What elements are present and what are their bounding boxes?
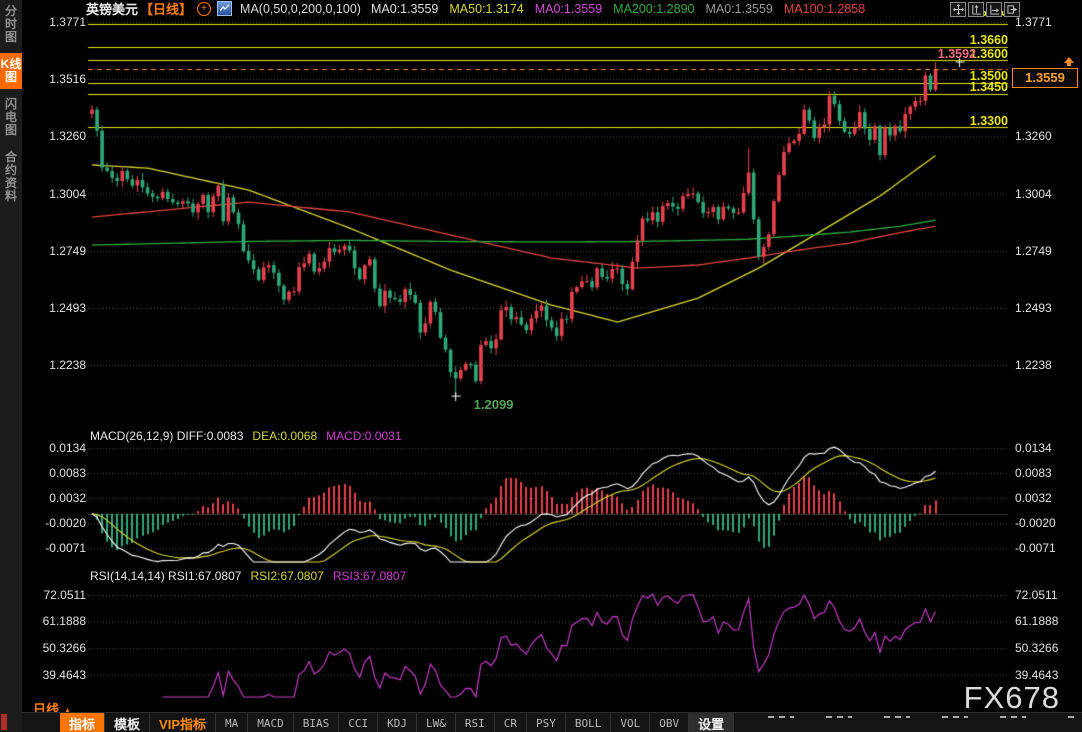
sidebar-bottom-marker bbox=[1, 714, 7, 730]
macd-header: MACD(26,12,9) DIFF:0.0083 DEA:0.0068 MAC… bbox=[90, 429, 402, 443]
dash-marks bbox=[884, 716, 910, 718]
price-axis-tick-right: 1.3771 bbox=[1015, 15, 1052, 29]
dash-marks bbox=[1000, 716, 1026, 718]
toolbar-item-CCI[interactable]: CCI bbox=[339, 713, 378, 732]
price-axis-tick-left: 1.2238 bbox=[26, 358, 86, 372]
toolbar-item-BIAS[interactable]: BIAS bbox=[294, 713, 340, 732]
macd-axis-tick-left: -0.0020 bbox=[26, 516, 86, 530]
toolbar-item-PSY[interactable]: PSY bbox=[527, 713, 566, 732]
price-axis-tick-right: 1.3260 bbox=[1015, 129, 1052, 143]
zoom-horizontal-icon[interactable] bbox=[986, 2, 1002, 17]
current-price-box: 1.3559 bbox=[1012, 68, 1078, 88]
price-axis-tick-right: 1.2493 bbox=[1015, 301, 1052, 315]
dash-marks bbox=[942, 716, 968, 718]
macd-axis-tick-right: -0.0020 bbox=[1015, 516, 1056, 530]
price-axis-tick-left: 1.2749 bbox=[26, 244, 86, 258]
price-axis-tick-left: 1.3004 bbox=[26, 187, 86, 201]
dash-marks bbox=[1068, 716, 1076, 718]
macd-axis-tick-right: 0.0134 bbox=[1015, 441, 1052, 455]
session-low-label: 1.2099 bbox=[474, 397, 514, 412]
rsi-axis-tick-left: 72.0511 bbox=[26, 588, 86, 602]
price-axis-tick-left: 1.3260 bbox=[26, 129, 86, 143]
toolbar-item-MACD[interactable]: MACD bbox=[248, 713, 294, 732]
ma-legend-item: MA200:1.2890 bbox=[613, 2, 694, 16]
toolbar-item-OBV[interactable]: OBV bbox=[650, 713, 689, 732]
resistance-price-label: 1.3450 bbox=[936, 80, 1008, 94]
rsi1-label: RSI(14,14,14) RSI1:67.0807 bbox=[90, 569, 241, 583]
macd-axis-tick-right: 0.0083 bbox=[1015, 466, 1052, 480]
left-sidebar: 分时图 K线图闪电图合约资料 bbox=[0, 0, 22, 732]
date-axis: 2024/102024/112024/122025/012025/022025/… bbox=[0, 698, 1082, 712]
session-high-label: 1.3592 bbox=[906, 47, 976, 61]
rsi-axis-tick-left: 39.4643 bbox=[26, 668, 86, 682]
ma-legend-item: MA0:1.3559 bbox=[371, 2, 438, 16]
macd-dea-label: DEA:0.0068 bbox=[252, 429, 317, 443]
toolbar-item-LW&[interactable]: LW& bbox=[417, 713, 456, 732]
chart-header: 英镑美元 【日线】 + MA(0,50,0,200,0,100) MA0:1.3… bbox=[22, 0, 1082, 17]
exit-fullscreen-icon[interactable] bbox=[1004, 2, 1020, 17]
rsi2-label: RSI2:67.0807 bbox=[250, 569, 323, 583]
ma-legend: MA0:1.3559 MA50:1.3174 MA0:1.3559 MA200:1.2… bbox=[371, 2, 865, 16]
zoom-vertical-icon[interactable] bbox=[968, 2, 984, 17]
period-tag[interactable]: 【日线】 bbox=[140, 0, 192, 18]
toolbar-item-BOLL[interactable]: BOLL bbox=[566, 713, 612, 732]
toolbar-item-模板[interactable]: 模板 bbox=[105, 713, 150, 732]
indicator-toolbar: 指标模板VIP指标MAMACDBIASCCIKDJLW&RSICRPSYBOLL… bbox=[22, 712, 1082, 732]
toolbar-item-RSI[interactable]: RSI bbox=[456, 713, 495, 732]
macd-axis-tick-left: 0.0134 bbox=[26, 441, 86, 455]
chart-canvas[interactable] bbox=[0, 0, 1082, 732]
rsi-axis-tick-left: 61.1888 bbox=[26, 614, 86, 628]
rsi-header: RSI(14,14,14) RSI1:67.0807 RSI2:67.0807 … bbox=[90, 569, 406, 583]
ma-legend-item: MA100:1.2858 bbox=[784, 2, 865, 16]
price-axis-tick-left: 1.3516 bbox=[26, 72, 86, 86]
ma-legend-item: MA0:1.3559 bbox=[705, 2, 772, 16]
sidebar-tab-合约资料[interactable]: 合约资料 bbox=[0, 146, 22, 208]
toolbar-item-MA[interactable]: MA bbox=[216, 713, 248, 732]
rsi-axis-tick-right: 61.1888 bbox=[1015, 614, 1058, 628]
toolbar-item-VOL[interactable]: VOL bbox=[611, 713, 650, 732]
ma-legend-item: MA50:1.3174 bbox=[449, 2, 523, 16]
rsi3-label: RSI3:67.0807 bbox=[333, 569, 406, 583]
dash-marks bbox=[768, 716, 794, 718]
rsi-axis-tick-right: 72.0511 bbox=[1015, 588, 1058, 602]
sidebar-tab-list: 分时图 K线图闪电图合约资料 bbox=[0, 0, 22, 208]
line-chart-icon[interactable] bbox=[217, 1, 232, 16]
toolbar-item-KDJ[interactable]: KDJ bbox=[378, 713, 417, 732]
price-axis-tick-right: 1.3004 bbox=[1015, 187, 1052, 201]
ma-legend-item: MA0:1.3559 bbox=[535, 2, 602, 16]
macd-axis-tick-right: 0.0032 bbox=[1015, 491, 1052, 505]
resistance-price-label: 1.3300 bbox=[936, 114, 1008, 128]
toolbar-item-CR[interactable]: CR bbox=[495, 713, 527, 732]
toolbar-item-指标[interactable]: 指标 bbox=[60, 713, 105, 732]
up-arrow-icon bbox=[1063, 57, 1075, 67]
dash-marks bbox=[826, 716, 852, 718]
window-controls bbox=[950, 2, 1020, 17]
price-axis-tick-right: 1.2749 bbox=[1015, 244, 1052, 258]
sidebar-tab-分时图[interactable]: 分时图 bbox=[0, 0, 22, 49]
toolbar-item-VIP指标[interactable]: VIP指标 bbox=[150, 713, 216, 732]
macd-axis-tick-left: -0.0071 bbox=[26, 541, 86, 555]
rsi-axis-tick-left: 50.3266 bbox=[26, 641, 86, 655]
plus-circle-icon[interactable]: + bbox=[197, 2, 211, 16]
macd-axis-tick-left: 0.0083 bbox=[26, 466, 86, 480]
trading-app-window: 分时图 K线图闪电图合约资料 英镑美元 【日线】 + MA(0,50,0,200,… bbox=[0, 0, 1082, 732]
macd-axis-tick-right: -0.0071 bbox=[1015, 541, 1056, 555]
resistance-price-label: 1.3660 bbox=[936, 33, 1008, 47]
rsi-axis-tick-right: 50.3266 bbox=[1015, 641, 1058, 655]
price-axis-tick-left: 1.2493 bbox=[26, 301, 86, 315]
watermark: FX678 bbox=[964, 680, 1060, 716]
macd-value-label: MACD:0.0031 bbox=[326, 429, 401, 443]
price-axis-tick-right: 1.2238 bbox=[1015, 358, 1052, 372]
toolbar-item-设置[interactable]: 设置 bbox=[689, 713, 734, 732]
macd-params-label: MACD(26,12,9) DIFF:0.0083 bbox=[90, 429, 243, 443]
ma-settings-label: MA(0,50,0,200,0,100) bbox=[240, 2, 361, 16]
sidebar-tab-K线图[interactable]: K线图 bbox=[0, 53, 22, 89]
macd-axis-tick-left: 0.0032 bbox=[26, 491, 86, 505]
symbol-title: 英镑美元 bbox=[86, 0, 138, 18]
pan-icon[interactable] bbox=[950, 2, 966, 17]
sidebar-tab-闪电图[interactable]: 闪电图 bbox=[0, 93, 22, 142]
price-axis-tick-left: 1.3771 bbox=[26, 15, 86, 29]
